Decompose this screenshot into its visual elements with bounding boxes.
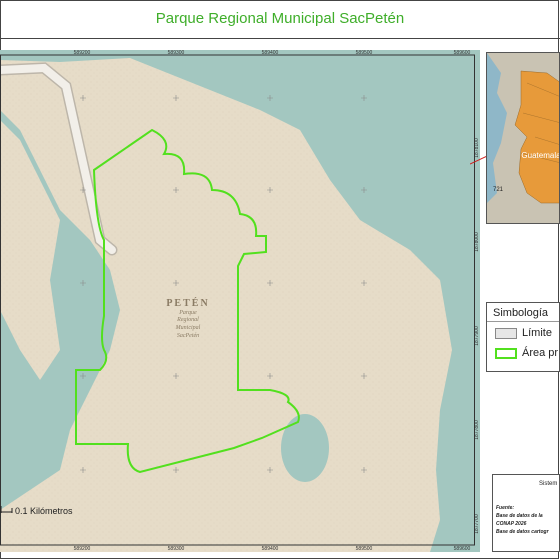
svg-text:589600: 589600 (454, 50, 471, 56)
svg-text:Regional: Regional (176, 317, 199, 323)
svg-text:589600: 589600 (454, 546, 471, 552)
legend-swatch-area (495, 347, 517, 359)
legend: Simbología Límite Área pr (486, 302, 560, 372)
svg-text:589200: 589200 (74, 50, 91, 56)
legend-swatch-limite (495, 327, 517, 339)
scale-label: 0.1 Kilómetros (15, 506, 73, 516)
legend-item-limite: Límite (495, 327, 552, 341)
svg-text:1877800: 1877800 (474, 420, 480, 440)
inset-map[interactable]: Guatemala 721 (486, 52, 560, 224)
svg-text:SacPetén: SacPetén (177, 333, 199, 339)
info-line: CONAP 2026 (496, 521, 527, 527)
legend-item-area: Área pr (495, 347, 558, 361)
info-line: Base de datos de la (496, 513, 543, 519)
legend-divider (487, 321, 559, 322)
svg-text:589500: 589500 (356, 50, 373, 56)
title-divider (0, 38, 560, 39)
title-bar: Parque Regional Municipal SacPetén (0, 4, 560, 34)
svg-text:589500: 589500 (356, 546, 373, 552)
svg-text:589200: 589200 (74, 546, 91, 552)
svg-text:589400: 589400 (262, 546, 279, 552)
legend-label: Área pr (522, 347, 559, 359)
svg-text:Parque: Parque (178, 310, 197, 316)
legend-title: Simbología (493, 307, 549, 319)
svg-text:1877700: 1877700 (474, 514, 480, 534)
inset-route-label: 721 (493, 187, 504, 193)
svg-text:589400: 589400 (262, 50, 279, 56)
main-map[interactable]: PETÉN Parque Regional Municipal SacPetén… (0, 50, 480, 552)
svg-text:589300: 589300 (168, 50, 185, 56)
svg-text:1877900: 1877900 (474, 326, 480, 346)
info-line: Base de datos cartogr (496, 529, 549, 535)
svg-text:589300: 589300 (168, 546, 185, 552)
info-title: Sistem (539, 481, 558, 487)
small-lake (281, 414, 329, 482)
legend-label: Límite (522, 327, 552, 339)
map-title: Parque Regional Municipal SacPetén (155, 10, 405, 27)
place-label: PETÉN (166, 297, 209, 309)
inset-country-label: Guatemala (521, 151, 560, 160)
info-box: Sistem Fuente: Base de datos de la CONAP… (492, 474, 560, 552)
info-line: Fuente: (496, 505, 515, 511)
svg-text:1878000: 1878000 (474, 232, 480, 252)
svg-text:Municipal: Municipal (175, 325, 201, 331)
